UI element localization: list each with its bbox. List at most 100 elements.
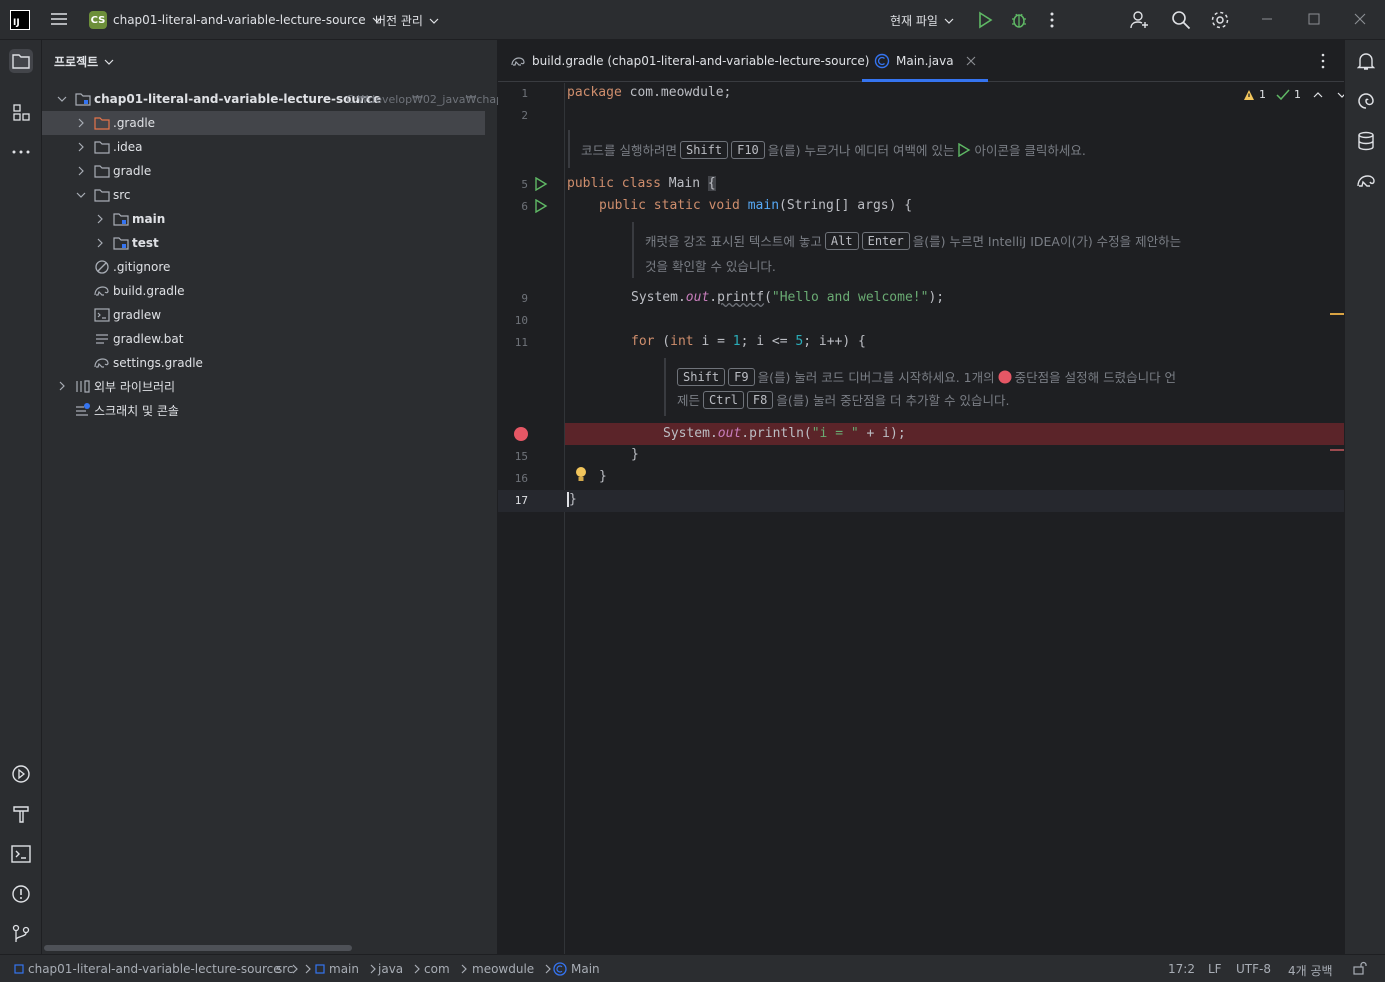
chevron-right-icon[interactable]	[95, 238, 105, 248]
tree-item-label: build.gradle	[113, 284, 185, 298]
tree-item-label: src	[113, 188, 131, 202]
breakpoint-icon[interactable]	[513, 426, 529, 442]
breadcrumb-item[interactable]: meowdule	[472, 962, 552, 976]
breadcrumb-item[interactable]: src	[276, 962, 312, 976]
git-tool-button[interactable]	[9, 922, 33, 946]
project-name: chap01-literal-and-variable-lecture-sour…	[113, 13, 366, 27]
services-tool-button[interactable]	[9, 762, 33, 786]
breadcrumb-item[interactable]: main	[315, 962, 377, 976]
read-only-toggle[interactable]	[1353, 961, 1367, 975]
more-actions-button[interactable]	[1047, 11, 1057, 29]
java-class-icon	[874, 53, 890, 69]
tree-item-label: gradle	[113, 164, 152, 178]
breadcrumb-item[interactable]: Main	[553, 962, 600, 976]
code-line: }	[599, 469, 607, 484]
maximize-button[interactable]	[1307, 12, 1321, 26]
tree-item[interactable]: settings.gradle	[42, 351, 498, 375]
tree-root[interactable]: chap01-literal-and-variable-lecture-sour…	[42, 87, 498, 111]
line-number: 16	[514, 472, 528, 485]
indent-setting[interactable]: 4개 공백	[1288, 962, 1333, 979]
structure-tool-button[interactable]	[9, 100, 33, 124]
run-gutter-icon[interactable]	[534, 177, 548, 191]
line-number: 2	[521, 109, 528, 122]
project-tool-button[interactable]	[9, 49, 33, 73]
more-tools-button[interactable]	[9, 140, 33, 164]
line-number: 17	[514, 494, 528, 507]
tree-item[interactable]: src	[42, 183, 498, 207]
breadcrumb-label: Main	[571, 962, 600, 976]
tree-item[interactable]: .idea	[42, 135, 498, 159]
hamburger-icon	[51, 13, 67, 25]
folder-icon	[94, 141, 110, 154]
run-button[interactable]	[976, 11, 994, 29]
tree-item[interactable]: main	[42, 207, 498, 231]
close-window-button[interactable]	[1353, 12, 1367, 26]
ai-assistant-button[interactable]	[1354, 89, 1378, 113]
run-gutter-icon[interactable]	[534, 199, 548, 213]
vcs-menu[interactable]: 버전 관리	[375, 12, 439, 29]
terminal-tool-button[interactable]	[9, 842, 33, 866]
project-switcher[interactable]: CS chap01-literal-and-variable-lecture-s…	[89, 11, 382, 29]
build-tool-button[interactable]	[9, 802, 33, 826]
breadcrumb-label: main	[329, 962, 359, 976]
kbd-key: Alt	[824, 231, 859, 250]
chevron-right-icon[interactable]	[95, 214, 105, 224]
search-button[interactable]	[1171, 10, 1191, 30]
problems-tool-button[interactable]	[9, 882, 33, 906]
chevron-right-icon	[305, 964, 311, 974]
tree-item[interactable]: .gitignore	[42, 255, 498, 279]
code-with-me-button[interactable]	[1130, 10, 1150, 30]
minimize-icon	[1262, 18, 1272, 20]
chevron-right-icon[interactable]	[57, 381, 67, 391]
breadcrumb-item[interactable]: com	[424, 962, 468, 976]
tree-item[interactable]: gradle	[42, 159, 498, 183]
line-number: 15	[514, 450, 528, 463]
line-number: 1	[521, 87, 528, 100]
debug-button[interactable]	[1010, 11, 1028, 29]
main-menu-button[interactable]	[50, 11, 68, 27]
tree-item[interactable]: gradlew	[42, 303, 498, 327]
breadcrumb-label: com	[424, 962, 450, 976]
minimize-button[interactable]	[1260, 12, 1274, 26]
breadcrumb-label: chap01-literal-and-variable-lecture-sour…	[28, 962, 281, 976]
chevron-down-icon[interactable]	[76, 190, 86, 200]
project-view-selector[interactable]: 프로젝트	[54, 53, 114, 70]
inspection-widget[interactable]: 1 1	[1243, 88, 1347, 101]
lightbulb-icon[interactable]	[574, 466, 588, 484]
horizontal-scrollbar[interactable]	[44, 945, 352, 951]
tree-item[interactable]: 외부 라이브러리	[42, 374, 498, 398]
tree-item-label: 외부 라이브러리	[94, 379, 176, 394]
gradle-tool-button[interactable]	[1354, 169, 1378, 193]
caret-position[interactable]: 17:2	[1168, 962, 1195, 976]
tree-item[interactable]: test	[42, 231, 498, 255]
gradle-icon	[1357, 175, 1375, 187]
tree-item[interactable]: gradlew.bat	[42, 327, 498, 351]
settings-button[interactable]	[1210, 10, 1230, 30]
notifications-button[interactable]	[1354, 49, 1378, 73]
tab-options-button[interactable]	[1320, 53, 1326, 69]
tree-item[interactable]: build.gradle	[42, 279, 498, 303]
chevron-right-icon[interactable]	[76, 118, 86, 128]
module-icon	[315, 964, 325, 974]
chevron-right-icon[interactable]	[76, 142, 86, 152]
app-logo[interactable]: IJ	[10, 10, 30, 30]
run-config-selector[interactable]: 현재 파일	[890, 12, 954, 29]
chevron-up-icon[interactable]	[1313, 90, 1323, 100]
tab-build-gradle[interactable]: build.gradle (chap01-literal-and-variabl…	[510, 40, 869, 82]
tab-main-java[interactable]: Main.java	[862, 40, 988, 82]
tree-item[interactable]: .gradle	[42, 111, 485, 135]
warning-stripe-mark[interactable]	[1330, 313, 1344, 315]
line-ending[interactable]: LF	[1208, 962, 1222, 976]
line-number: 5	[521, 178, 528, 191]
breadcrumb-item[interactable]: java	[378, 962, 421, 976]
module-icon	[14, 964, 24, 974]
debug-hint: Shift F9 을(를) 눌러 코드 디버그를 시작하세요. 1개의 중단점을…	[677, 367, 1176, 386]
file-encoding[interactable]: UTF-8	[1236, 962, 1271, 976]
title-bar: IJ CS chap01-literal-and-variable-lectur…	[0, 0, 1385, 40]
breakpoint-stripe-mark[interactable]	[1330, 449, 1344, 451]
database-button[interactable]	[1354, 129, 1378, 153]
close-tab-icon[interactable]	[966, 56, 976, 66]
breadcrumb-item[interactable]: chap01-literal-and-variable-lecture-sour…	[14, 962, 299, 976]
chevron-right-icon[interactable]	[76, 166, 86, 176]
tree-item[interactable]: 스크래치 및 콘솔	[42, 398, 498, 422]
